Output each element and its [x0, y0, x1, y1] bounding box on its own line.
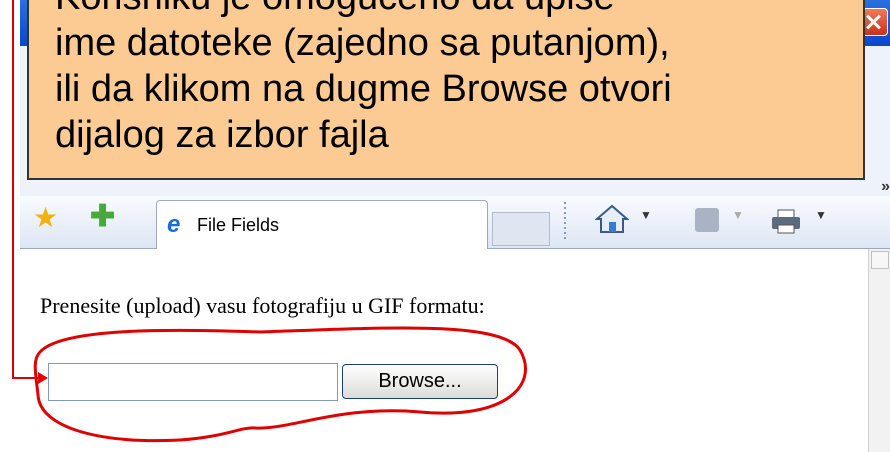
home-icon[interactable]	[595, 204, 629, 234]
tab-bar: ★ ✚ e File Fields ▼ ▼ ▼	[20, 196, 890, 249]
upload-prompt: Prenesite (upload) vasu fotografiju u GI…	[40, 293, 485, 318]
add-favorite-icon[interactable]: ✚	[90, 202, 115, 232]
page-content: Prenesite (upload) vasu fotografiju u GI…	[20, 249, 868, 452]
print-icon[interactable]	[770, 208, 802, 234]
home-dropdown-icon[interactable]: ▼	[640, 208, 652, 222]
print-dropdown-icon[interactable]: ▼	[815, 208, 827, 222]
callout-line: dijalog za izbor fajla	[55, 114, 389, 156]
browse-button[interactable]: Browse...	[342, 364, 498, 399]
callout-line: Korisniku je omogućeno da upiše	[55, 0, 863, 20]
file-path-input[interactable]	[48, 363, 338, 401]
vertical-scrollbar[interactable]	[868, 249, 890, 452]
new-tab-button[interactable]	[492, 212, 550, 246]
tab-label: File Fields	[197, 215, 280, 235]
scroll-up-button[interactable]	[871, 251, 889, 269]
toolbar-separator	[564, 202, 566, 242]
feed-icon[interactable]	[695, 208, 719, 232]
callout-line: ili da klikom na dugme Browse otvori	[55, 68, 672, 110]
tab-file-fields[interactable]: e File Fields	[156, 200, 488, 249]
callout-line: ime datoteke (zajedno sa putanjom),	[55, 22, 670, 64]
favorites-star-icon[interactable]: ★	[33, 204, 58, 232]
annotation-callout: Korisniku je omogućeno da upiše ime dato…	[27, 0, 865, 180]
feed-dropdown-icon[interactable]: ▼	[732, 208, 744, 222]
ie-page-icon: e	[167, 211, 181, 238]
toolbar-chevron-icon[interactable]: »	[881, 178, 890, 196]
